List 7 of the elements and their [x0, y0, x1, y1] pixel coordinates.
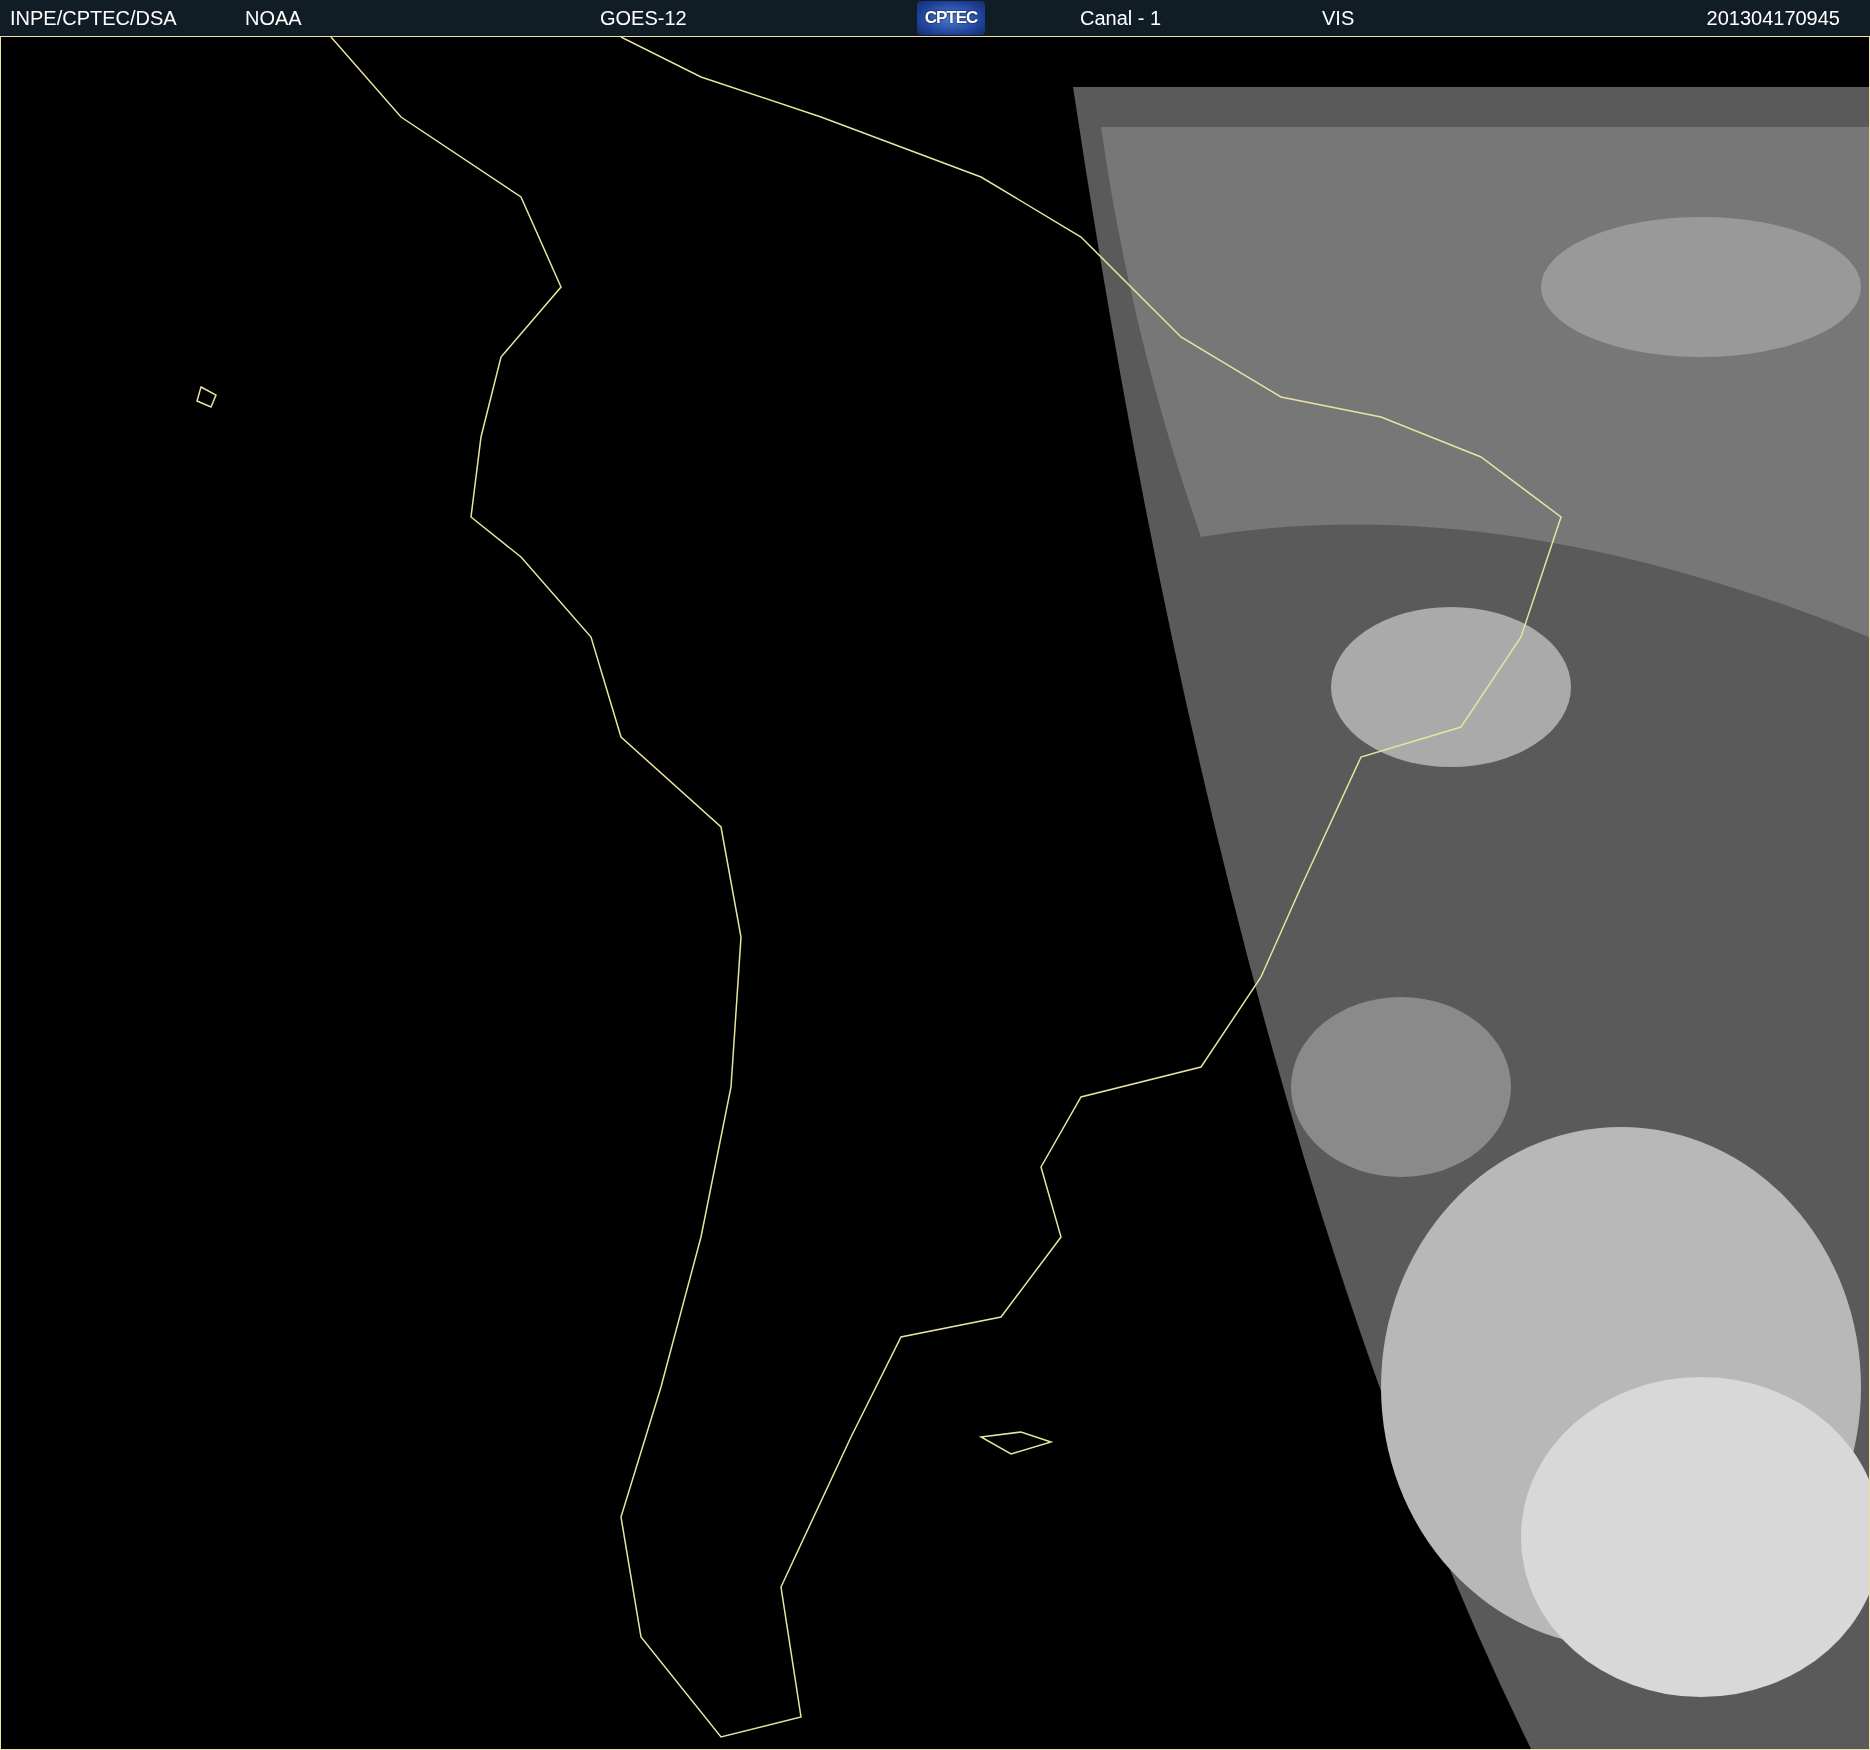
header-label: GOES-12: [600, 6, 687, 30]
header-label: Canal - 1: [1080, 6, 1162, 30]
header-label: VIS: [1322, 6, 1355, 30]
header-label: NOAA: [245, 6, 302, 30]
header-label: 201304170945: [1706, 6, 1840, 30]
header-label: INPE/CPTEC/DSA: [10, 6, 177, 30]
logo: CPTEC: [917, 1, 985, 35]
